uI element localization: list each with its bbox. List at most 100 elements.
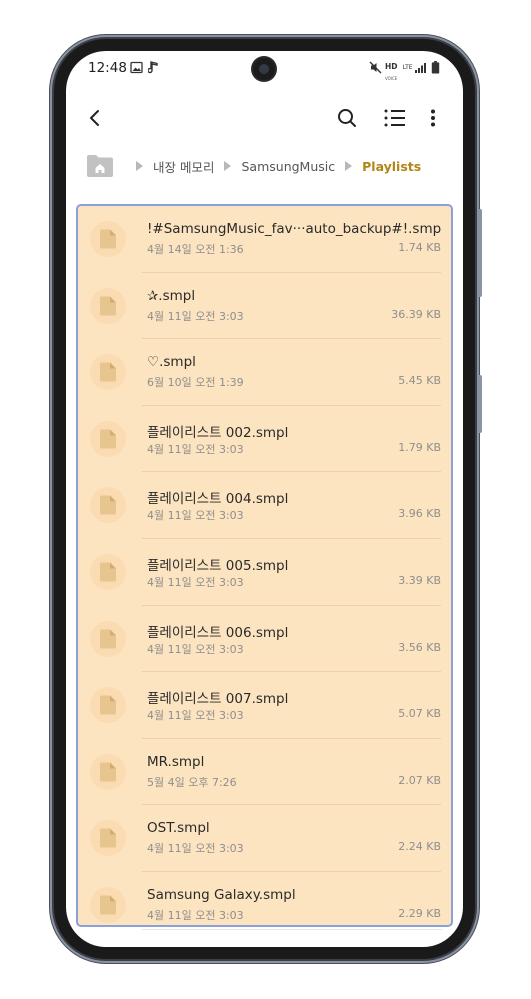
file-icon-badge bbox=[90, 820, 126, 857]
search-button[interactable] bbox=[332, 103, 362, 133]
gallery-notification-icon bbox=[130, 61, 143, 74]
breadcrumb-separator bbox=[224, 161, 232, 171]
file-icon-badge bbox=[90, 687, 126, 724]
file-name: MR.smpl bbox=[147, 753, 205, 770]
file-icon-badge bbox=[90, 487, 126, 524]
file-row[interactable]: !#SamsungMusic_fav···auto_backup#!.smpl … bbox=[78, 206, 451, 273]
file-row[interactable]: 플레이리스트 004.smpl 4월 11일 오전 3:03 3.96 KB bbox=[78, 472, 451, 539]
file-date: 5월 4일 오후 7:26 bbox=[147, 775, 237, 789]
document-file-icon bbox=[100, 296, 116, 316]
document-file-icon bbox=[100, 429, 116, 449]
file-date: 4월 14일 오전 1:36 bbox=[147, 243, 244, 256]
status-time: 12:48 bbox=[88, 60, 127, 76]
file-size: 3.56 KB bbox=[398, 640, 441, 654]
file-row[interactable]: ♡.smpl 6월 10일 오전 1:39 5.45 KB bbox=[78, 339, 451, 406]
file-date: 4월 11일 오전 3:03 bbox=[147, 442, 244, 456]
home-folder-button[interactable] bbox=[86, 154, 114, 178]
phone-frame: 12:48 HD LTE VOICE 내장 메모리 SamsungMusic P… bbox=[54, 39, 482, 959]
file-name: Samsung Galaxy.smpl bbox=[147, 886, 296, 903]
file-icon-badge bbox=[90, 886, 126, 923]
network-indicator: HD LTE VOICE bbox=[385, 60, 413, 82]
document-file-icon bbox=[100, 229, 116, 249]
list-bottom-edge bbox=[142, 929, 442, 930]
app-bar bbox=[66, 91, 463, 143]
file-icon-badge bbox=[90, 620, 126, 657]
mute-icon bbox=[369, 61, 382, 74]
file-date: 4월 11일 오전 3:03 bbox=[147, 842, 244, 856]
file-icon-badge bbox=[90, 420, 126, 457]
file-size: 36.39 KB bbox=[391, 307, 441, 321]
breadcrumb-separator bbox=[136, 161, 143, 171]
file-size: 5.45 KB bbox=[398, 374, 441, 388]
file-row[interactable]: 플레이리스트 005.smpl 4월 11일 오전 3:03 3.39 KB bbox=[78, 539, 451, 606]
file-name: 플레이리스트 002.smpl bbox=[147, 424, 289, 441]
file-size: 1.74 KB bbox=[398, 241, 441, 254]
file-name: !#SamsungMusic_fav···auto_backup#!.smpl bbox=[147, 221, 441, 237]
file-icon-badge bbox=[90, 354, 126, 391]
list-view-icon bbox=[384, 109, 405, 127]
more-options-button[interactable] bbox=[418, 103, 448, 133]
file-name: 플레이리스트 005.smpl bbox=[147, 557, 289, 574]
file-date: 4월 11일 오전 3:03 bbox=[147, 908, 244, 922]
file-name: 플레이리스트 007.smpl bbox=[147, 691, 289, 708]
music-note-icon bbox=[148, 61, 158, 74]
file-name: ✰.smpl bbox=[147, 287, 196, 304]
file-row[interactable]: 플레이리스트 007.smpl 4월 11일 오전 3:03 5.07 KB bbox=[78, 672, 451, 739]
file-date: 4월 11일 오전 3:03 bbox=[147, 642, 244, 656]
breadcrumb-item-playlists[interactable]: Playlists bbox=[362, 159, 421, 174]
document-file-icon bbox=[100, 895, 116, 915]
list-view-button[interactable] bbox=[380, 103, 410, 133]
document-file-icon bbox=[100, 762, 116, 782]
file-row[interactable]: MR.smpl 5월 4일 오후 7:26 2.07 KB bbox=[78, 739, 451, 806]
file-list: !#SamsungMusic_fav···auto_backup#!.smpl … bbox=[76, 204, 453, 927]
home-folder-icon bbox=[87, 155, 113, 177]
breadcrumb-separator bbox=[345, 161, 353, 171]
file-size: 2.24 KB bbox=[398, 840, 441, 854]
front-camera bbox=[253, 58, 275, 80]
battery-icon bbox=[431, 61, 440, 74]
file-date: 4월 11일 오전 3:03 bbox=[147, 575, 244, 589]
file-row[interactable]: OST.smpl 4월 11일 오전 3:03 2.24 KB bbox=[78, 805, 451, 872]
more-vert-icon bbox=[431, 109, 435, 127]
file-icon-badge bbox=[90, 287, 126, 324]
file-row[interactable]: 플레이리스트 006.smpl 4월 11일 오전 3:03 3.56 KB bbox=[78, 606, 451, 673]
document-file-icon bbox=[100, 629, 116, 649]
file-size: 3.96 KB bbox=[398, 507, 441, 521]
screen: 12:48 HD LTE VOICE 내장 메모리 SamsungMusic P… bbox=[66, 51, 463, 947]
network-voice-label: VOICE bbox=[385, 76, 398, 81]
file-icon-badge bbox=[90, 221, 126, 257]
document-file-icon bbox=[100, 495, 116, 515]
search-icon bbox=[338, 109, 356, 127]
file-name: 플레이리스트 006.smpl bbox=[147, 624, 289, 641]
document-file-icon bbox=[100, 562, 116, 582]
file-name: 플레이리스트 004.smpl bbox=[147, 491, 289, 508]
signal-icon bbox=[415, 63, 426, 73]
file-size: 3.39 KB bbox=[398, 573, 441, 587]
file-row[interactable]: ✰.smpl 4월 11일 오전 3:03 36.39 KB bbox=[78, 273, 451, 340]
document-file-icon bbox=[100, 828, 116, 848]
file-row[interactable]: 플레이리스트 002.smpl 4월 11일 오전 3:03 1.79 KB bbox=[78, 406, 451, 473]
status-bar: 12:48 HD LTE VOICE bbox=[66, 51, 463, 87]
network-hd-label: HD bbox=[385, 62, 398, 71]
file-date: 4월 11일 오전 3:03 bbox=[147, 309, 244, 323]
breadcrumb-item-samsungmusic[interactable]: SamsungMusic bbox=[241, 159, 335, 174]
file-date: 4월 11일 오전 3:03 bbox=[147, 509, 244, 523]
back-button[interactable] bbox=[80, 103, 110, 133]
file-date: 6월 10일 오전 1:39 bbox=[147, 376, 244, 390]
power-button bbox=[477, 375, 482, 433]
breadcrumb: 내장 메모리 SamsungMusic Playlists bbox=[86, 151, 421, 181]
network-lte-label: LTE bbox=[402, 64, 413, 71]
volume-button bbox=[477, 209, 482, 297]
document-file-icon bbox=[100, 695, 116, 715]
file-icon-badge bbox=[90, 553, 126, 590]
file-size: 2.29 KB bbox=[398, 906, 441, 920]
file-size: 1.79 KB bbox=[398, 440, 441, 454]
file-icon-badge bbox=[90, 753, 126, 790]
arrow-back-icon bbox=[90, 110, 99, 126]
breadcrumb-item-internal-storage[interactable]: 내장 메모리 bbox=[153, 157, 214, 176]
file-name: OST.smpl bbox=[147, 820, 210, 837]
file-size: 2.07 KB bbox=[398, 773, 441, 787]
document-file-icon bbox=[100, 362, 116, 382]
file-row[interactable]: Samsung Galaxy.smpl 4월 11일 오전 3:03 2.29 … bbox=[78, 872, 451, 925]
file-date: 4월 11일 오전 3:03 bbox=[147, 709, 244, 723]
